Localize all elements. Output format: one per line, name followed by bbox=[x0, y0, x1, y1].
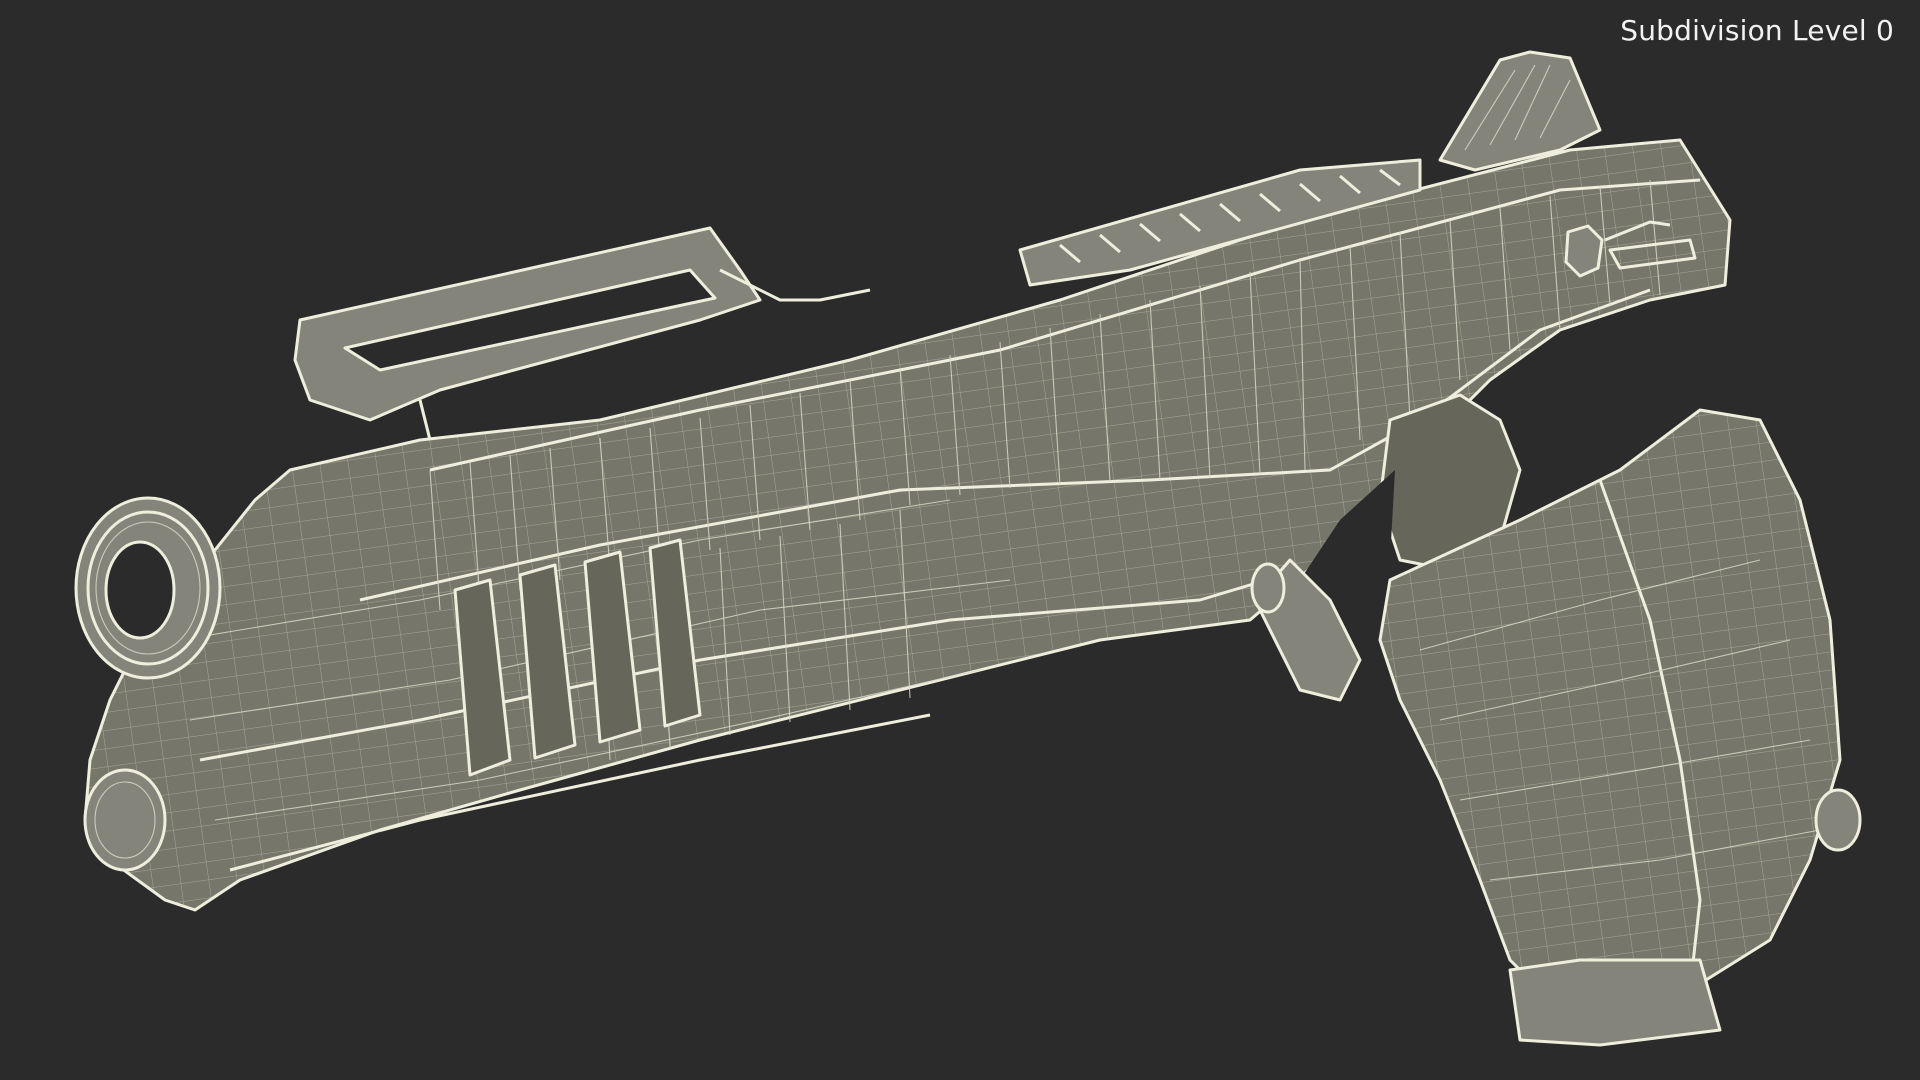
lower-disc bbox=[83, 768, 167, 872]
pivot-pin bbox=[1250, 562, 1286, 614]
pistol-wireframe-model bbox=[74, 50, 1862, 1047]
grip-button bbox=[1814, 788, 1862, 852]
subdivision-level-label: Subdivision Level 0 bbox=[1620, 14, 1894, 47]
3d-viewport[interactable]: Subdivision Level 0 bbox=[0, 0, 1920, 1080]
muzzle bbox=[74, 496, 222, 680]
